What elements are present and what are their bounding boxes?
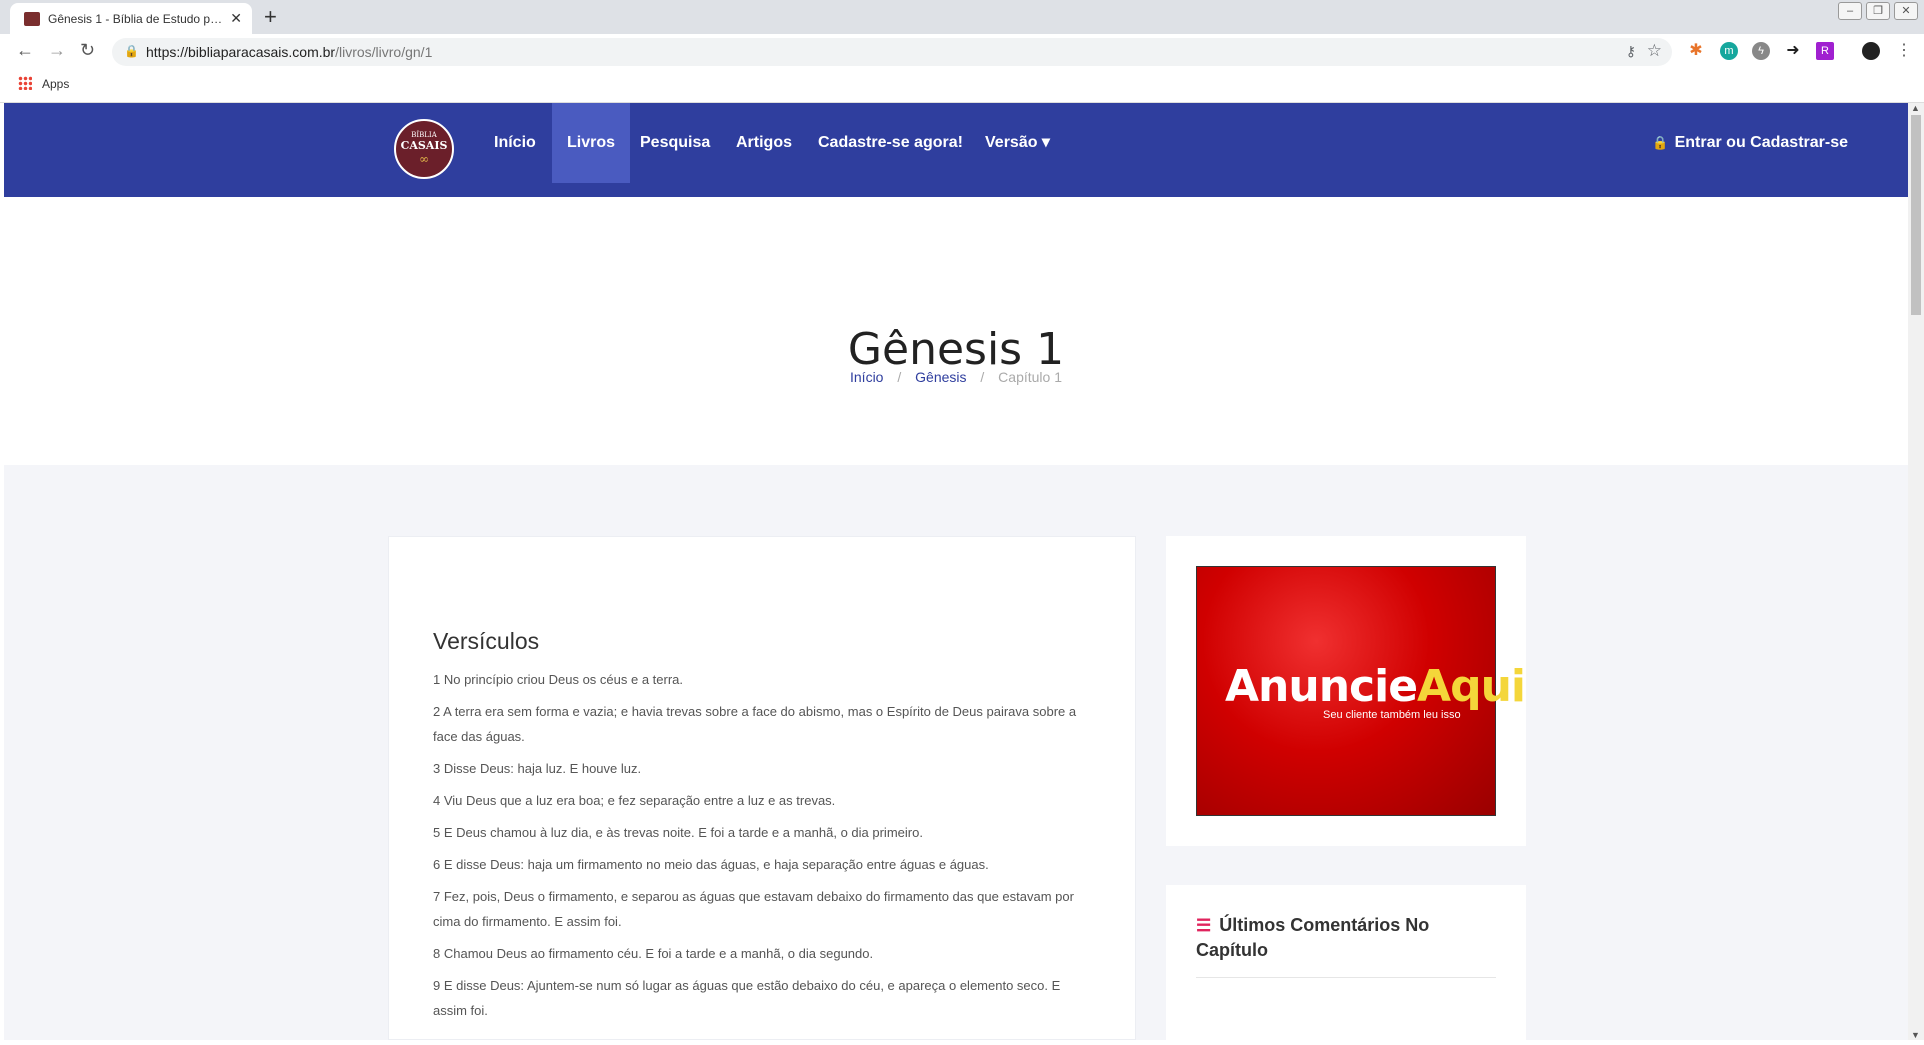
favicon-icon xyxy=(24,12,40,26)
verse-item: 3 Disse Deus: haja luz. E houve luz. xyxy=(433,761,642,776)
url-host: https://bibliaparacasais.com.br xyxy=(146,44,336,60)
login-label: Entrar ou Cadastrar-se xyxy=(1674,134,1848,151)
extension-arrow-icon[interactable]: ➜ xyxy=(1784,42,1802,60)
verse-item: 5 E Deus chamou à luz dia, e às trevas n… xyxy=(433,825,923,840)
breadcrumb-home[interactable]: Início xyxy=(850,369,883,385)
key-icon[interactable]: ⚷ xyxy=(1626,43,1636,60)
profile-avatar[interactable] xyxy=(1862,42,1880,60)
logo-rings-icon: ∞ xyxy=(419,152,429,166)
breadcrumb-book[interactable]: Gênesis xyxy=(915,369,966,385)
site-logo[interactable]: BÍBLIA CASAIS ∞ xyxy=(394,119,454,179)
ad-brand: AnuncieAqui xyxy=(1225,661,1526,712)
window-controls: – ❐ ✕ xyxy=(1838,0,1918,20)
breadcrumb-separator: / xyxy=(897,369,902,385)
ad-brand-part2: Aqui xyxy=(1417,661,1526,712)
page-title: Gênesis 1 xyxy=(847,324,1065,376)
verse-item: 8 Chamou Deus ao firmamento céu. E foi a… xyxy=(433,946,874,961)
url-path: /livros/livro/gn/1 xyxy=(335,44,433,60)
scroll-up-icon[interactable]: ▲ xyxy=(1911,103,1920,113)
back-icon[interactable]: ← xyxy=(16,40,34,61)
breadcrumb: Início / Gênesis / Capítulo 1 xyxy=(4,369,1908,385)
scroll-down-icon[interactable]: ▼ xyxy=(1911,1030,1920,1040)
login-link[interactable]: 🔒 Entrar ou Cadastrar-se xyxy=(1652,103,1848,183)
breadcrumb-current: Capítulo 1 xyxy=(998,369,1062,385)
verses-card: Versículos 1 No princípio criou Deus os … xyxy=(388,536,1136,1040)
bookmarks-bar: Apps xyxy=(0,68,1924,103)
page-header: Gênesis 1 Início / Gênesis / Capítulo 1 xyxy=(4,197,1908,465)
lock-icon: 🔒 xyxy=(1652,135,1669,150)
close-tab-icon[interactable]: ✕ xyxy=(230,10,242,27)
tab-title: Gênesis 1 - Bíblia de Estudo para Casais xyxy=(48,12,228,26)
new-tab-button[interactable]: + xyxy=(264,4,277,30)
nav-livros[interactable]: Livros xyxy=(552,103,631,183)
breadcrumb-separator: / xyxy=(980,369,985,385)
logo-line2: CASAIS xyxy=(400,139,448,152)
nav-versao-dropdown[interactable]: Versão ▾ xyxy=(970,103,1065,183)
minimize-icon[interactable]: – xyxy=(1838,2,1862,20)
site-navbar: BÍBLIA CASAIS ∞ Início Livros Pesquisa A… xyxy=(4,103,1908,197)
comments-title: Últimos Comentários No Capítulo xyxy=(1196,915,1430,960)
apps-grid-icon[interactable] xyxy=(18,76,32,90)
extension-rp-icon[interactable]: R xyxy=(1816,42,1834,60)
restore-icon[interactable]: ❐ xyxy=(1866,2,1890,20)
verses-heading: Versículos xyxy=(433,628,540,655)
list-icon: ☰ xyxy=(1196,916,1212,935)
nav-inicio[interactable]: Início xyxy=(479,103,551,183)
comments-card: ☰ Últimos Comentários No Capítulo xyxy=(1166,885,1526,1045)
scrollbar-thumb[interactable] xyxy=(1911,115,1921,315)
browser-tab-strip: Gênesis 1 - Bíblia de Estudo para Casais… xyxy=(0,0,1924,34)
ad-banner[interactable]: AnuncieAqui Seu cliente também leu isso xyxy=(1196,566,1526,816)
verse-item: 9 E disse Deus: Ajuntem-se num só lugar … xyxy=(433,978,1061,1018)
extension-pin-icon[interactable]: ✱ xyxy=(1687,42,1705,60)
lock-icon: 🔒 xyxy=(124,44,139,58)
reload-icon[interactable]: ↻ xyxy=(80,40,95,61)
verse-item: 4 Viu Deus que a luz era boa; e fez sepa… xyxy=(433,793,836,808)
menu-icon[interactable]: ⋮ xyxy=(1896,40,1912,60)
verse-item: 6 E disse Deus: haja um firmamento no me… xyxy=(433,857,989,872)
extension-bolt-icon[interactable]: ϟ xyxy=(1752,42,1770,60)
forward-icon[interactable]: → xyxy=(48,40,66,61)
verse-item: 2 A terra era sem forma e vazia; e havia… xyxy=(433,704,1077,744)
comments-heading: ☰ Últimos Comentários No Capítulo xyxy=(1196,913,1496,963)
ad-card: AnuncieAqui Seu cliente também leu isso xyxy=(1166,536,1526,846)
nav-cadastre[interactable]: Cadastre-se agora! xyxy=(803,103,978,183)
bookmark-star-icon[interactable]: ☆ xyxy=(1647,41,1662,61)
ad-brand-part1: Anuncie xyxy=(1225,661,1418,712)
close-window-icon[interactable]: ✕ xyxy=(1894,2,1918,20)
nav-pesquisa[interactable]: Pesquisa xyxy=(625,103,725,183)
verse-item: 7 Fez, pois, Deus o firmamento, e separo… xyxy=(433,889,1074,929)
ad-tagline: Seu cliente também leu isso xyxy=(1323,709,1461,721)
divider xyxy=(1196,977,1496,978)
logo-line1: BÍBLIA xyxy=(411,131,437,139)
extension-m-icon[interactable]: m xyxy=(1720,42,1738,60)
page-scrollbar[interactable]: ▲ ▼ xyxy=(1908,103,1924,1040)
address-bar[interactable]: 🔒 https://bibliaparacasais.com.br/livros… xyxy=(112,38,1672,66)
nav-artigos[interactable]: Artigos xyxy=(721,103,807,183)
verse-item: 1 No princípio criou Deus os céus e a te… xyxy=(433,672,684,687)
url-text: https://bibliaparacasais.com.br/livros/l… xyxy=(146,44,432,60)
browser-toolbar: ← → ↻ 🔒 https://bibliaparacasais.com.br/… xyxy=(0,34,1924,68)
browser-tab[interactable]: Gênesis 1 - Bíblia de Estudo para Casais… xyxy=(10,3,252,34)
apps-bookmark[interactable]: Apps xyxy=(42,77,69,91)
verse-list: 1 No princípio criou Deus os céus e a te… xyxy=(433,667,1093,1030)
